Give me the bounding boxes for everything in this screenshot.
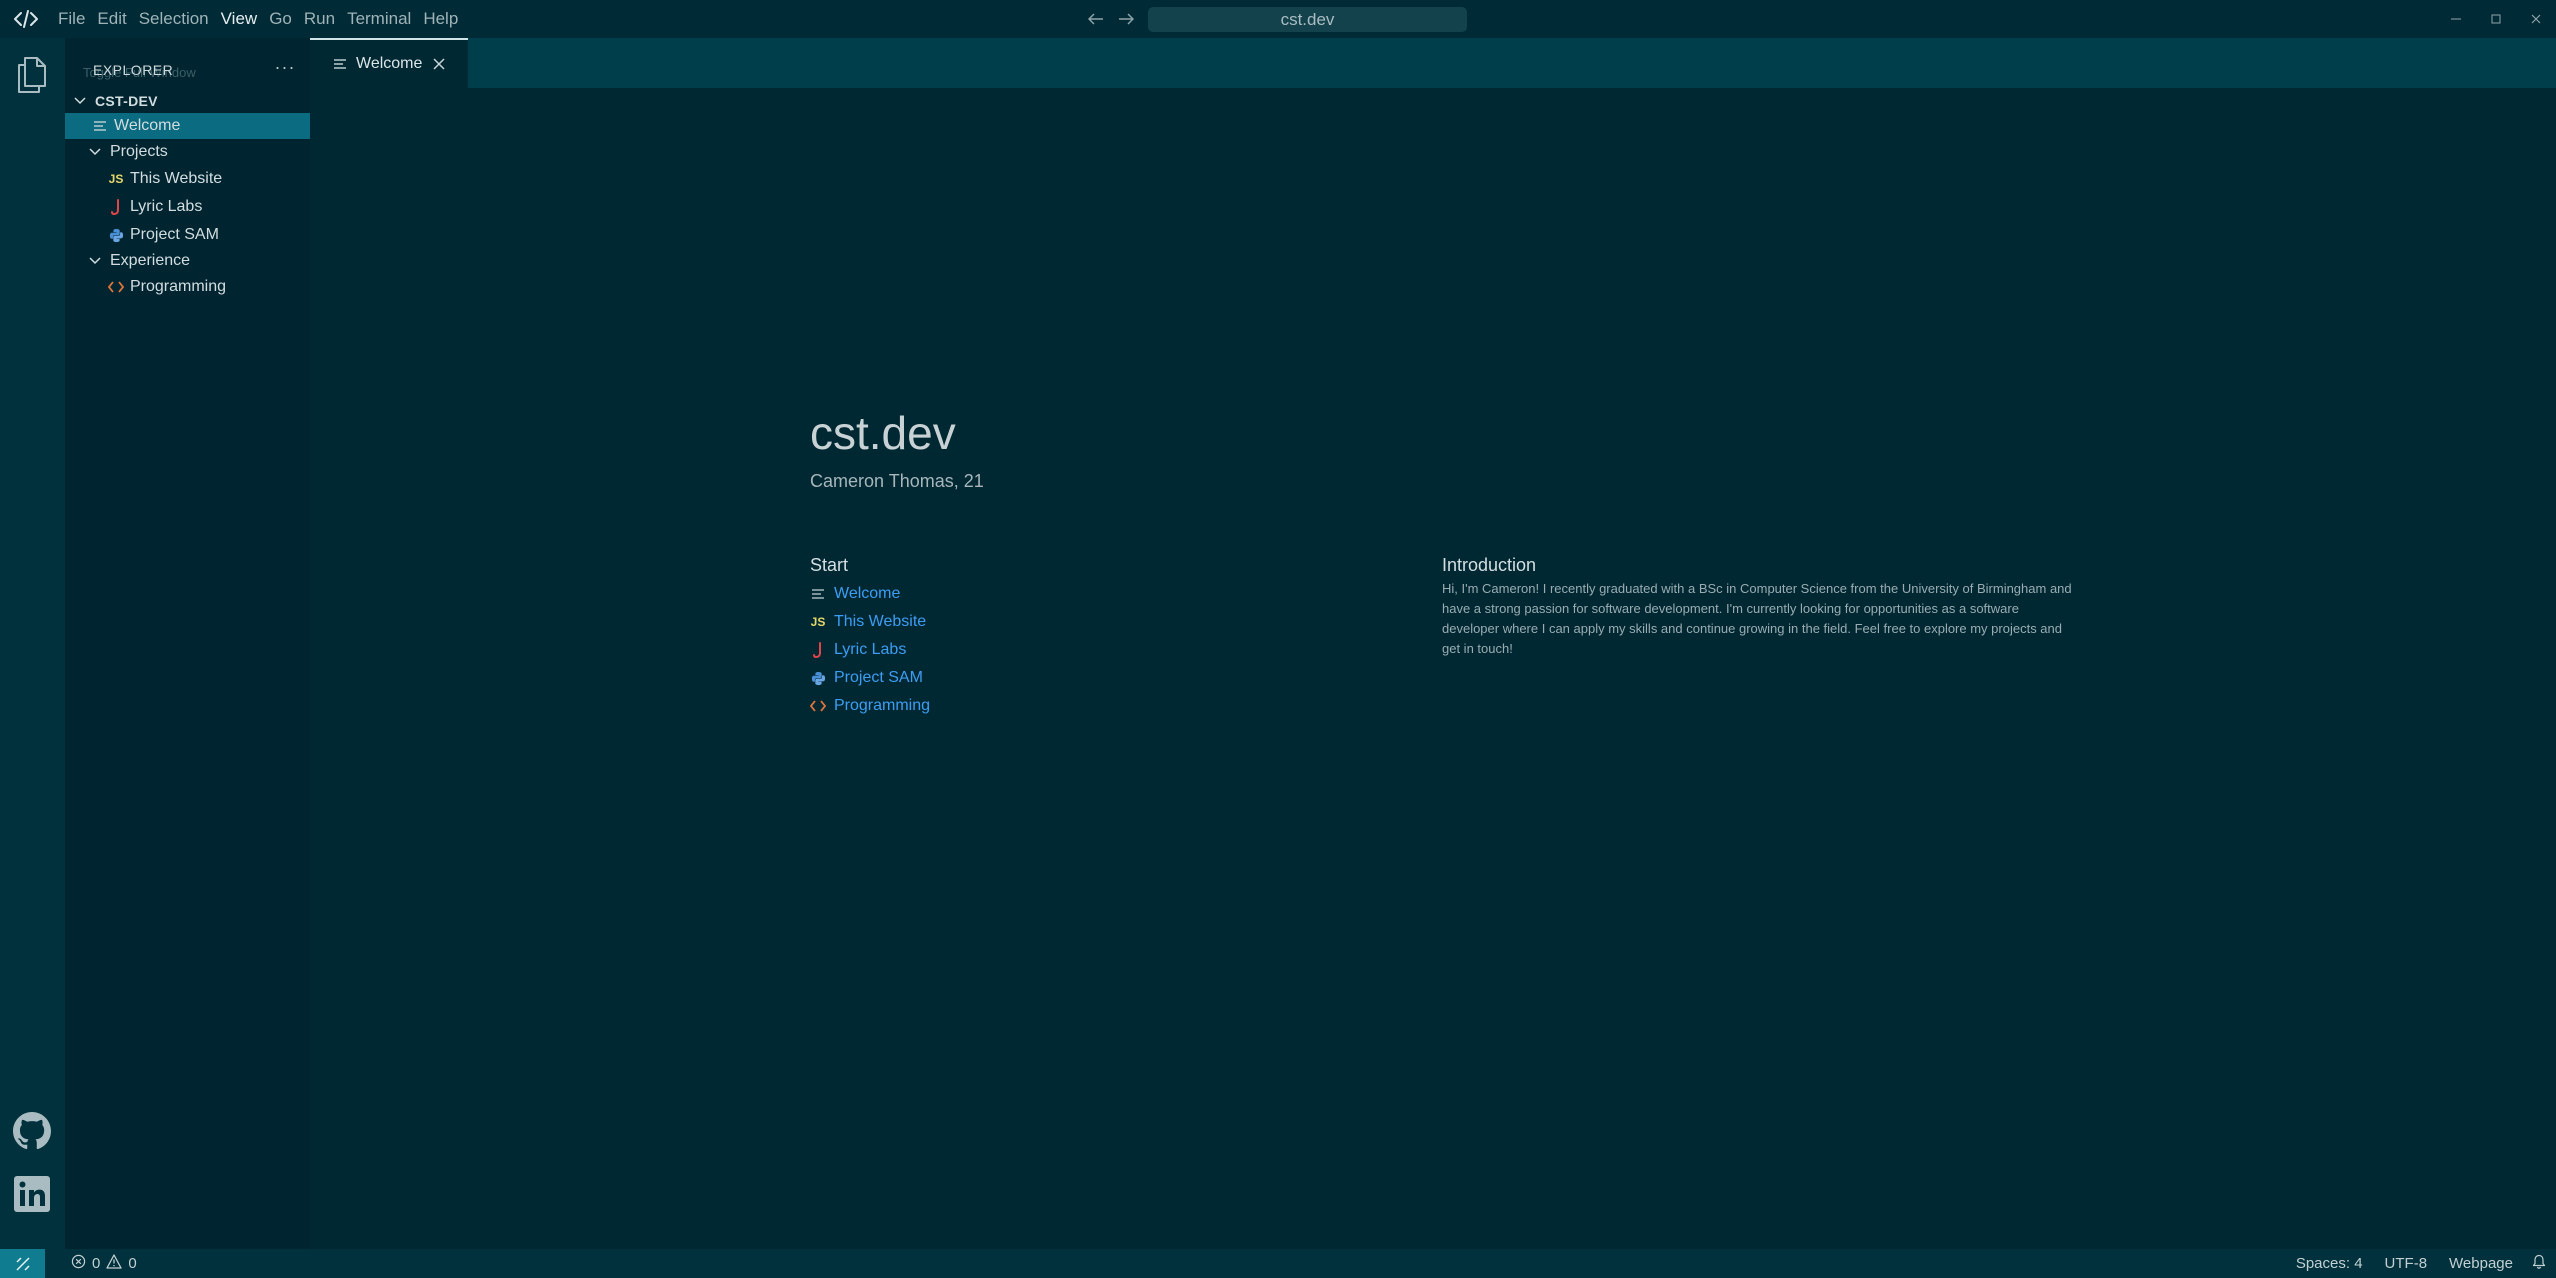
html-code-icon [810,698,826,714]
explorer-title: EXPLORER [93,62,174,78]
menu-run[interactable]: Run [298,0,341,38]
indentation-status[interactable]: Spaces: 4 [2285,1255,2374,1272]
tree-folder-projects[interactable]: Projects [65,139,310,165]
start-link-this-website[interactable]: JS This Website [810,610,927,634]
start-link-welcome[interactable]: Welcome [810,582,900,606]
tree-item-label: Project SAM [130,226,219,243]
markdown-lines-icon [810,586,826,602]
start-heading: Start [810,555,849,575]
tree-folder-experience[interactable]: Experience [65,248,310,274]
menu-terminal[interactable]: Terminal [341,0,417,38]
start-link-label: Programming [834,697,931,714]
menu-selection[interactable]: Selection [133,0,215,38]
markdown-lines-icon [332,56,348,72]
github-icon[interactable] [12,1111,52,1151]
tree-root-label: CST-DEV [95,93,158,109]
editor-tab-bar: Welcome [310,38,2556,88]
explorer-icon[interactable] [12,55,52,95]
tree-root-cst-dev[interactable]: CST-DEV [65,88,310,114]
status-right-group: Spaces: 4 UTF-8 Webpage [2285,1249,2556,1278]
tab-label: Welcome [356,55,423,72]
introduction-text: Hi, I'm Cameron! I recently graduated wi… [1442,581,2072,656]
python-icon [108,227,124,243]
html-code-icon [108,279,124,295]
linkedin-icon[interactable] [12,1174,52,1214]
explorer-sidebar: Toggle Full Window EXPLORER ··· CST-DEV … [65,38,310,1249]
error-count: 0 [92,1255,101,1272]
start-link-label: Welcome [834,585,901,602]
more-actions-icon[interactable]: ··· [270,58,300,82]
java-icon [810,642,826,658]
menu-help[interactable]: Help [417,0,464,38]
encoding-status[interactable]: UTF-8 [2374,1255,2439,1272]
code-logo-icon [0,0,52,38]
start-link-project-sam[interactable]: Project SAM [810,666,923,690]
activity-bar [0,38,65,1249]
close-icon[interactable] [2516,0,2556,38]
menu-edit[interactable]: Edit [91,0,132,38]
problems-indicator[interactable]: 0 0 [71,1254,137,1273]
tree-item-label: Welcome [114,117,181,134]
menu-view[interactable]: View [215,0,264,38]
menu-go[interactable]: Go [263,0,298,38]
java-icon [108,199,124,215]
forward-arrow-icon[interactable] [1116,9,1136,29]
maximize-icon[interactable] [2476,0,2516,38]
language-status[interactable]: Webpage [2438,1255,2524,1272]
tree-item-this-website[interactable]: JS This Website [65,166,310,192]
chevron-down-icon [88,254,102,268]
tree-item-programming[interactable]: Programming [65,274,310,300]
error-icon [71,1254,86,1273]
title-bar: File Edit Selection View Go Run Terminal… [0,0,2556,38]
chevron-down-icon [88,145,102,159]
minimize-icon[interactable] [2436,0,2476,38]
remote-indicator-icon[interactable] [0,1249,45,1278]
status-bar: 0 0 Spaces: 4 UTF-8 Webpage [0,1249,2556,1278]
bell-icon[interactable] [2524,1254,2556,1273]
warning-count: 0 [128,1255,137,1272]
tree-item-lyric-labs[interactable]: Lyric Labs [65,194,310,220]
start-link-programming[interactable]: Programming [810,694,930,718]
tree-folder-label: Experience [110,252,191,269]
start-link-label: Lyric Labs [834,641,907,658]
start-link-label: This Website [834,613,927,630]
welcome-page: cst.dev Cameron Thomas, 21 Start Welcome… [310,88,2556,1249]
back-arrow-icon[interactable] [1086,9,1106,29]
start-link-label: Project SAM [834,669,923,686]
page-subtitle: Cameron Thomas, 21 [810,471,984,491]
tree-item-label: This Website [130,170,223,187]
python-icon [810,670,826,686]
chevron-down-icon [73,94,87,108]
markdown-lines-icon [92,118,108,134]
tab-welcome[interactable]: Welcome [310,38,468,88]
window-controls [2436,0,2556,38]
warning-icon [106,1254,122,1273]
introduction-heading: Introduction [1442,555,1537,575]
command-center-search[interactable]: cst.dev [1148,7,1467,32]
tree-item-label: Programming [130,278,227,295]
javascript-icon: JS [810,615,826,629]
navigation-arrows [1086,0,1136,38]
page-title: cst.dev [810,407,956,459]
tree-folder-label: Projects [110,143,168,160]
menu-file[interactable]: File [52,0,91,38]
tab-close-icon[interactable] [429,54,449,74]
tree-item-project-sam[interactable]: Project SAM [65,222,310,248]
javascript-icon: JS [108,172,124,186]
tree-item-welcome[interactable]: Welcome [65,113,310,139]
menu-bar: File Edit Selection View Go Run Terminal… [52,0,464,38]
tree-item-label: Lyric Labs [130,198,203,215]
start-link-lyric-labs[interactable]: Lyric Labs [810,638,906,662]
